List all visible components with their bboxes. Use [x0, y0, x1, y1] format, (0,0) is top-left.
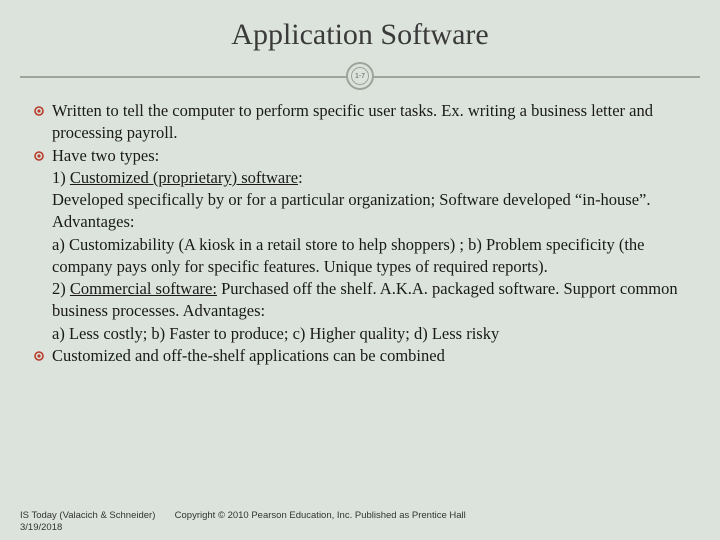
line-prefix: 2) [52, 279, 70, 298]
bullet-item: Customized and off-the-shelf application… [34, 345, 686, 367]
line: Have two types: [52, 146, 159, 165]
footer-source: IS Today (Valacich & Schneider) [20, 510, 155, 521]
title-divider: 1-7 [20, 62, 700, 92]
line: a) Less costly; b) Faster to produce; c)… [52, 324, 499, 343]
line: Developed specifically by or for a parti… [52, 190, 651, 231]
line-suffix: : [298, 168, 303, 187]
slide-title: Application Software [20, 18, 700, 52]
page-number: 1-7 [351, 67, 369, 85]
bullet-text: Customized and off-the-shelf application… [52, 345, 686, 367]
footer-copyright: Copyright © 2010 Pearson Education, Inc.… [175, 510, 466, 521]
bullet-item: Written to tell the computer to perform … [34, 100, 686, 145]
footer-date: 3/19/2018 [20, 522, 466, 534]
footer: IS Today (Valacich & Schneider) Copyrigh… [20, 510, 466, 534]
content-area: Written to tell the computer to perform … [20, 100, 700, 367]
slide: Application Software 1-7 Written to tell… [0, 0, 720, 540]
line: a) Customizability (A kiosk in a retail … [52, 235, 645, 276]
underlined-term: Customized (proprietary) software [70, 168, 298, 187]
bullet-icon [34, 351, 52, 361]
bullet-text: Have two types: 1) Customized (proprieta… [52, 145, 686, 345]
bullet-text: Written to tell the computer to perform … [52, 100, 686, 145]
line-prefix: 1) [52, 168, 70, 187]
bullet-icon [34, 151, 52, 161]
bullet-item: Have two types: 1) Customized (proprieta… [34, 145, 686, 345]
underlined-term: Commercial software: [70, 279, 217, 298]
page-stamp: 1-7 [346, 62, 374, 90]
bullet-icon [34, 106, 52, 116]
